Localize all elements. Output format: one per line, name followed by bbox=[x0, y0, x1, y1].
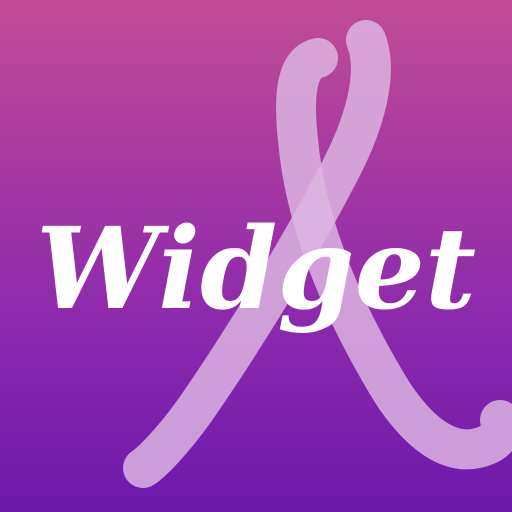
wordmark-text: Widget bbox=[36, 204, 476, 335]
wordmark-logo: Widget bbox=[36, 204, 476, 335]
app-icon: Widget X bbox=[0, 0, 512, 512]
